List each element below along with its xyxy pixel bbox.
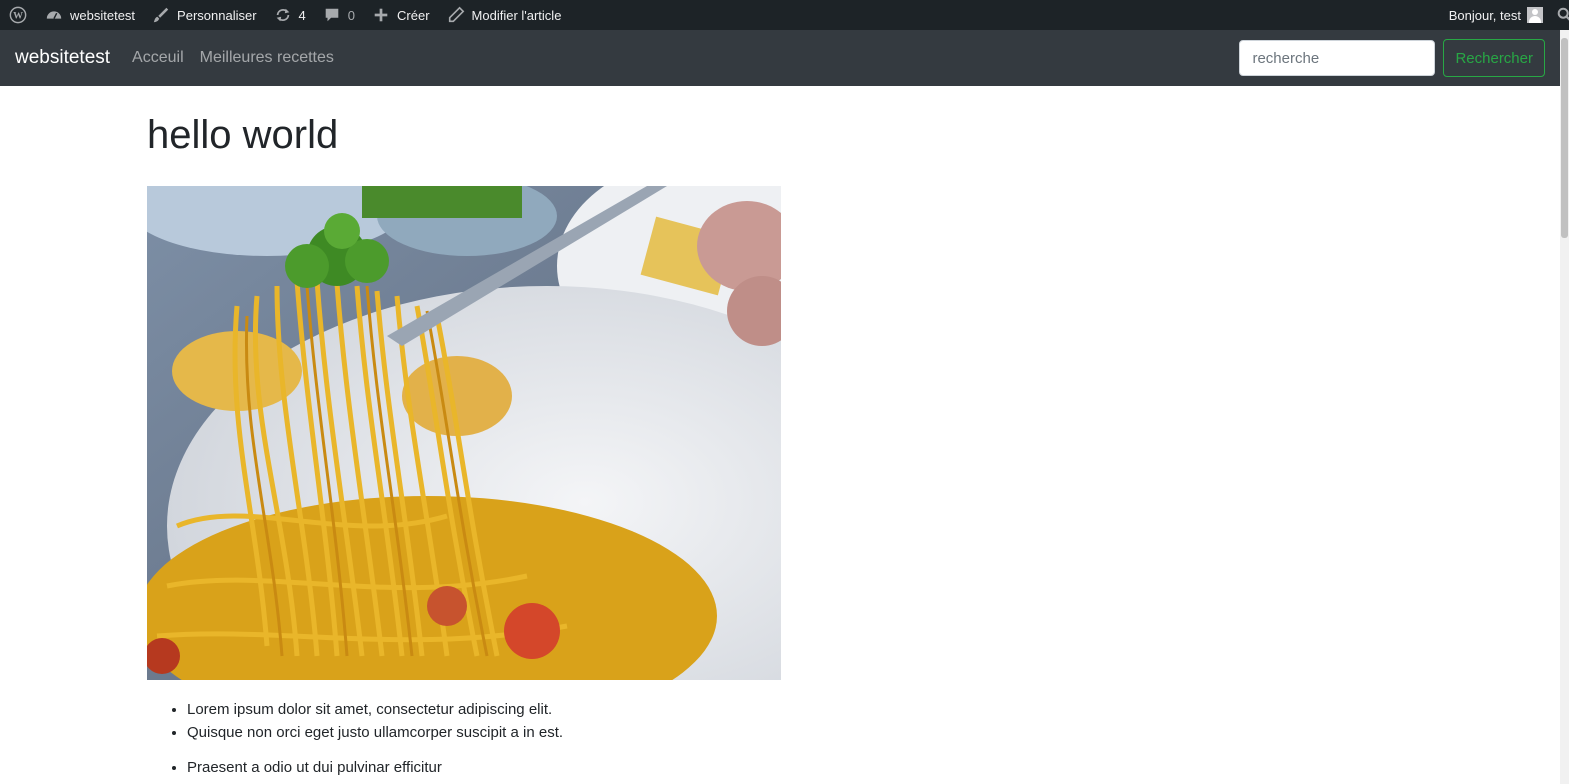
customize-link[interactable]: Personnaliser	[143, 0, 265, 30]
admin-bar: W websitetest Personnaliser 4 0 Créer Mo…	[0, 0, 1589, 30]
svg-text:W: W	[13, 11, 23, 22]
edit-post-link[interactable]: Modifier l'article	[438, 0, 570, 30]
nav-link-home[interactable]: Acceuil	[132, 49, 184, 67]
customize-label: Personnaliser	[177, 7, 257, 23]
page-title: hello world	[147, 113, 339, 157]
updates-link[interactable]: 4	[265, 0, 314, 30]
list-item: Quisque non orci eget justo ullamcorper …	[187, 721, 1147, 744]
updates-count: 4	[298, 7, 306, 23]
list-item: Praesent a odio ut dui pulvinar efficitu…	[187, 756, 1147, 779]
pencil-icon	[446, 5, 466, 25]
search-input[interactable]	[1239, 40, 1436, 76]
edit-label: Modifier l'article	[471, 7, 562, 23]
spaghetti-photo	[147, 186, 781, 680]
post-image-spaghetti	[147, 186, 781, 680]
comments-link[interactable]: 0	[314, 0, 363, 30]
post-list-secondary: Praesent a odio ut dui pulvinar efficitu…	[147, 756, 1147, 779]
search-button[interactable]: Rechercher	[1443, 39, 1545, 77]
scrollbar-thumb[interactable]	[1561, 38, 1568, 238]
comments-count: 0	[347, 7, 356, 23]
site-name-menu[interactable]: websitetest	[36, 0, 143, 30]
wordpress-icon: W	[8, 5, 28, 25]
post-list: Lorem ipsum dolor sit amet, consectetur …	[147, 698, 1147, 744]
site-brand[interactable]: websitetest	[15, 47, 110, 69]
site-navbar: websitetest Acceuil Meilleures recettes …	[0, 30, 1560, 86]
brush-icon	[151, 5, 171, 25]
new-label: Créer	[397, 7, 430, 23]
window-edge	[1569, 0, 1589, 784]
wordpress-logo-button[interactable]: W	[0, 0, 36, 30]
plus-icon	[371, 5, 391, 25]
avatar	[1527, 7, 1543, 23]
post-content: hello world • Lorem ipsum dolor sit amet…	[147, 86, 1147, 779]
list-item: Lorem ipsum dolor sit amet, consectetur …	[187, 698, 1147, 721]
new-content-menu[interactable]: Créer	[363, 0, 438, 30]
account-menu[interactable]: Bonjour, test	[1441, 0, 1553, 30]
greeting-label: Bonjour, test	[1448, 7, 1521, 23]
search-form: Recherche r	[1239, 39, 1545, 77]
page-scrollbar[interactable]	[1560, 30, 1569, 784]
updates-icon	[273, 5, 293, 25]
nav-link-best-recipes[interactable]: Meilleures recettes	[200, 49, 334, 67]
comment-icon	[322, 5, 342, 25]
site-name-label: websitetest	[70, 7, 136, 23]
dashboard-icon	[44, 5, 64, 25]
